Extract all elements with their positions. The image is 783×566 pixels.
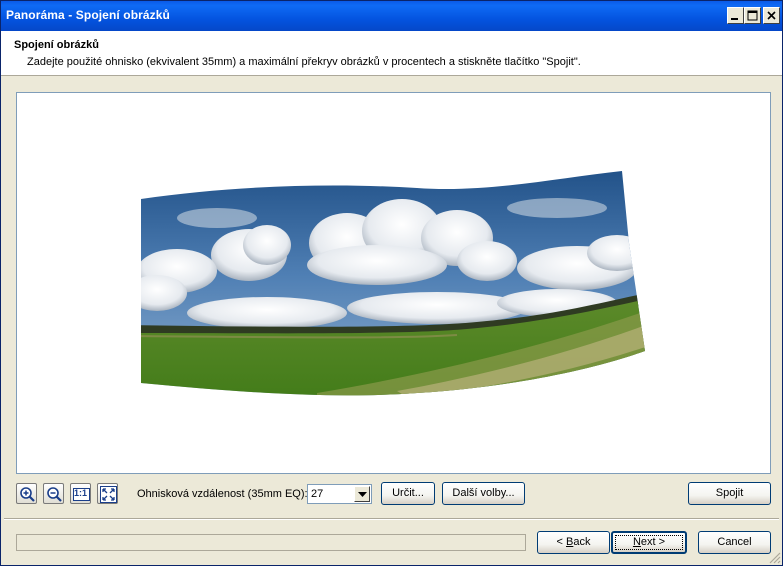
step-title: Spojení obrázků (14, 39, 99, 51)
step-description: Zadejte použité ohnisko (ekvivalent 35mm… (27, 56, 581, 68)
cancel-button[interactable]: Cancel (698, 531, 771, 554)
title-bar[interactable]: Panoráma - Spojení obrázků (1, 1, 782, 31)
minimize-button[interactable] (727, 7, 744, 24)
close-button[interactable] (763, 7, 780, 24)
maximize-button[interactable] (744, 7, 761, 24)
focus-rect (615, 535, 683, 550)
progress-bar (16, 534, 526, 551)
panorama-preview[interactable] (16, 92, 771, 474)
dropdown-button[interactable] (354, 486, 370, 502)
back-label-rest: ack (573, 536, 591, 548)
focal-length-label: Ohnisková vzdálenost (35mm EQ): (137, 488, 308, 500)
minimize-icon (731, 18, 738, 20)
zoom-out-icon (47, 487, 62, 502)
focal-length-select[interactable]: 27 (307, 484, 372, 504)
next-button[interactable]: Next > (611, 531, 687, 554)
zoom-in-icon (20, 487, 35, 502)
back-button[interactable]: < Back (537, 531, 610, 554)
fit-to-window-icon (100, 486, 117, 503)
actual-size-label: 1:1 (74, 488, 88, 498)
wizard-header: Spojení obrázků Zadejte použité ohnisko … (1, 31, 782, 76)
determine-button[interactable]: Určit... (381, 482, 435, 505)
resize-grip-icon[interactable] (769, 552, 781, 564)
zoom-out-button[interactable] (43, 483, 64, 504)
close-icon (767, 11, 776, 20)
zoom-in-button[interactable] (16, 483, 37, 504)
join-button[interactable]: Spojit (688, 482, 771, 505)
back-prefix: < (556, 536, 566, 548)
window-title: Panoráma - Spojení obrázků (6, 8, 170, 22)
panorama-image (141, 171, 645, 396)
chevron-down-icon (358, 492, 367, 497)
focal-length-value: 27 (311, 488, 324, 500)
fit-to-window-button[interactable] (97, 483, 118, 504)
footer-divider (4, 518, 779, 520)
panorama-window: Panoráma - Spojení obrázků Spojení obráz… (0, 0, 783, 566)
preview-toolbar: 1:1 Ohnisková vzdálenost (35mm EQ): 27 U… (16, 481, 771, 507)
more-options-button[interactable]: Další volby... (442, 482, 525, 505)
actual-size-button[interactable]: 1:1 (70, 483, 91, 504)
maximize-icon (747, 10, 758, 21)
